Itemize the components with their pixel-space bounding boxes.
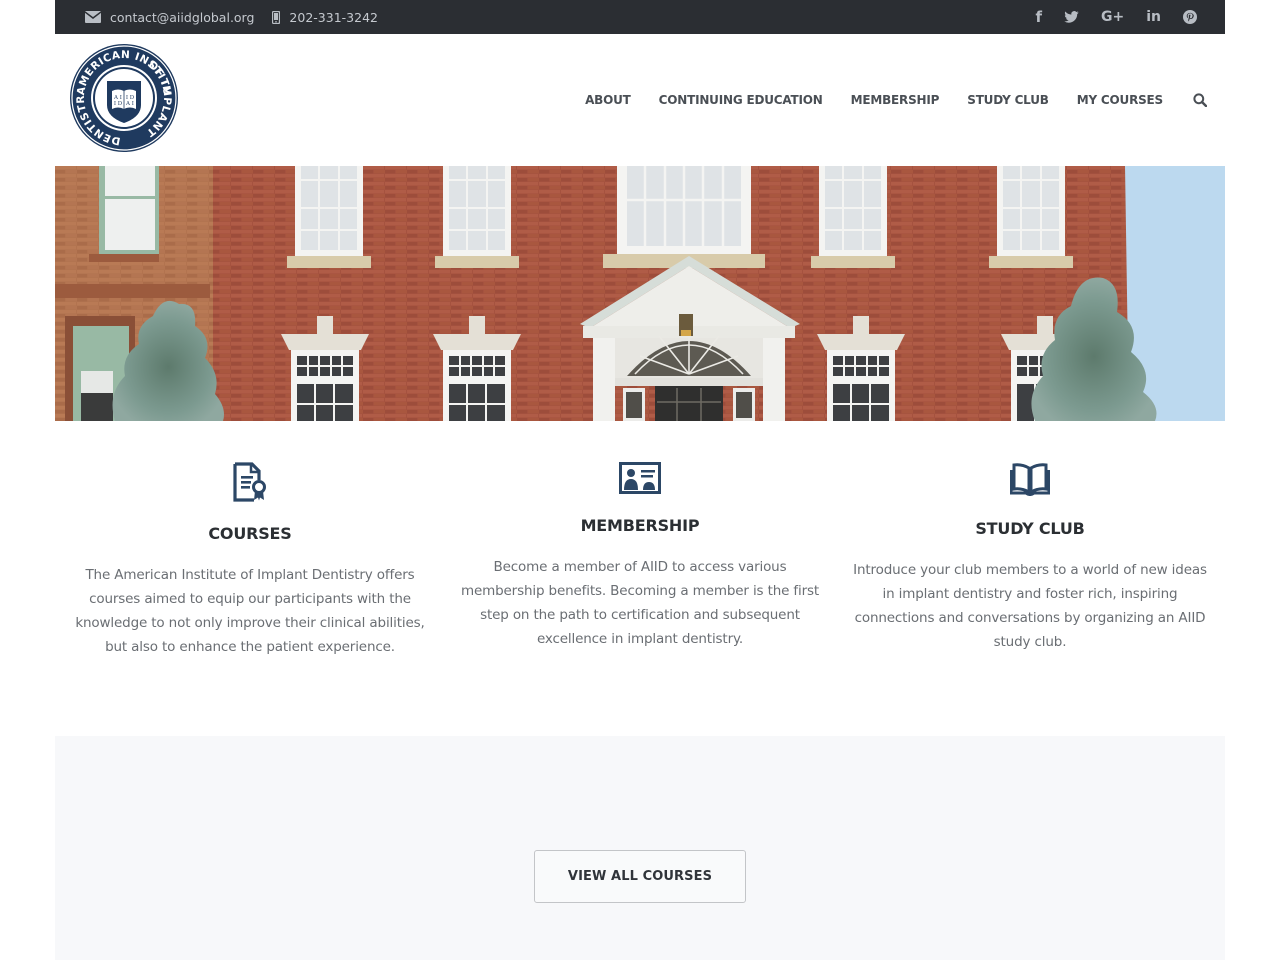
feature-study-club: STUDY CLUB Introduce your club members t… bbox=[850, 462, 1210, 654]
linkedin-icon[interactable]: in bbox=[1146, 9, 1161, 25]
facebook-icon[interactable]: f bbox=[1035, 8, 1042, 26]
feature-title: MEMBERSHIP bbox=[580, 516, 700, 535]
feature-title: COURSES bbox=[208, 524, 292, 543]
contact-info: contact@aiidglobal.org 202-331-3242 bbox=[85, 0, 396, 34]
email-text[interactable]: contact@aiidglobal.org bbox=[110, 10, 254, 25]
nav-my-courses[interactable]: MY COURSES bbox=[1077, 93, 1163, 107]
hero-image bbox=[55, 166, 1225, 421]
search-icon[interactable] bbox=[1193, 93, 1207, 107]
email-contact[interactable]: contact@aiidglobal.org bbox=[85, 10, 254, 25]
twitter-icon[interactable] bbox=[1064, 11, 1079, 23]
courses-section: VIEW ALL COURSES bbox=[55, 736, 1225, 960]
main-nav: ABOUT CONTINUING EDUCATION MEMBERSHIP ST… bbox=[585, 86, 1225, 114]
svg-text:I D: I D bbox=[114, 101, 123, 107]
aiid-logo[interactable]: AMERICAN INSTITUTE OF IMPLANT DENTISTRY … bbox=[64, 34, 179, 153]
feature-description: The American Institute of Implant Dentis… bbox=[75, 567, 425, 655]
nav-continuing-education[interactable]: CONTINUING EDUCATION bbox=[659, 93, 823, 107]
phone-text[interactable]: 202-331-3242 bbox=[289, 10, 378, 25]
social-links: f G+ in bbox=[1013, 0, 1197, 34]
building-facade-illustration bbox=[55, 166, 1225, 421]
feature-description: Become a member of AIID to access variou… bbox=[460, 559, 820, 647]
pinterest-icon[interactable] bbox=[1183, 10, 1197, 24]
open-book-icon bbox=[850, 462, 1210, 502]
svg-text:A I: A I bbox=[125, 101, 134, 107]
feature-title: STUDY CLUB bbox=[975, 519, 1085, 538]
certificate-document-icon bbox=[70, 462, 430, 504]
id-card-icon bbox=[460, 462, 820, 500]
top-bar: contact@aiidglobal.org 202-331-3242 f G+… bbox=[55, 0, 1225, 34]
view-all-courses-button[interactable]: VIEW ALL COURSES bbox=[534, 850, 746, 903]
feature-description: Introduce your club members to a world o… bbox=[853, 562, 1207, 650]
phone-contact[interactable]: 202-331-3242 bbox=[272, 10, 378, 25]
google-plus-icon[interactable]: G+ bbox=[1101, 9, 1124, 25]
feature-membership: MEMBERSHIP Become a member of AIID to ac… bbox=[460, 462, 820, 651]
envelope-icon bbox=[85, 11, 101, 23]
site-header: AMERICAN INSTITUTE OF IMPLANT DENTISTRY … bbox=[55, 34, 1225, 166]
mobile-phone-icon bbox=[272, 10, 281, 24]
nav-about[interactable]: ABOUT bbox=[585, 93, 631, 107]
feature-courses: COURSES The American Institute of Implan… bbox=[70, 462, 430, 659]
nav-membership[interactable]: MEMBERSHIP bbox=[851, 93, 940, 107]
nav-study-club[interactable]: STUDY CLUB bbox=[967, 93, 1049, 107]
